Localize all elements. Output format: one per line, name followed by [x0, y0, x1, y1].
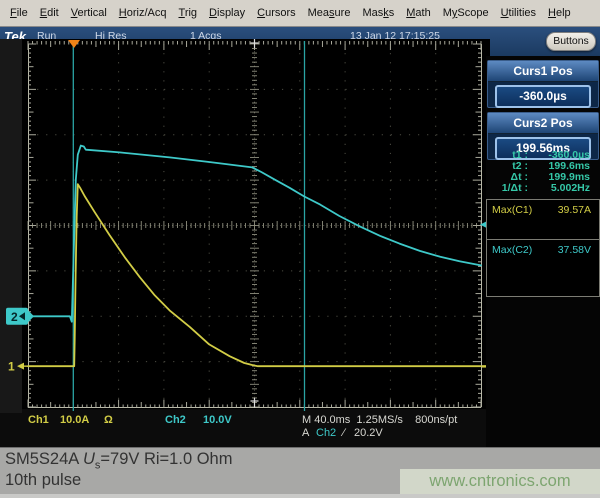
control-panel: Curs1 Pos -360.0µs Curs2 Pos 199.56ms t1… [486, 56, 600, 447]
caption-line1: SM5S24A Us=79V Ri=1.0 Ohm [5, 450, 232, 471]
max-c2-label: Max(C2) [492, 244, 532, 256]
cursor-readout-row: 1/Δt :5.002Hz [488, 183, 596, 194]
menu-item-edit[interactable]: Edit [34, 4, 65, 22]
ch2-label[interactable]: Ch2 [165, 414, 186, 426]
menu-item-help[interactable]: Help [542, 4, 577, 22]
max-c1-label: Max(C1) [492, 204, 532, 216]
menu-item-vertical[interactable]: Vertical [65, 4, 113, 22]
ch2-scale[interactable]: 10.0V [203, 414, 232, 426]
curs1-pos-title: Curs1 Pos [488, 61, 598, 82]
max-c2-value: 37.58V [558, 244, 591, 256]
caption-area: SM5S24A Us=79V Ri=1.0 Ohm 10th pulse www… [0, 447, 600, 498]
ch1-scale[interactable]: 10.0A [60, 414, 89, 426]
ch1-coupling: Ω [104, 414, 113, 426]
menu-item-horizacq[interactable]: Horiz/Acq [113, 4, 173, 22]
menu-item-cursors[interactable]: Cursors [251, 4, 302, 22]
max-c1-value: 39.57A [558, 204, 591, 216]
ch1-reference-marker[interactable]: 1 [8, 360, 15, 374]
curs1-pos-value[interactable]: -360.0µs [495, 85, 591, 108]
curs2-pos-title: Curs2 Pos [488, 113, 598, 134]
curs1-pos-control: Curs1 Pos -360.0µs [487, 60, 599, 108]
menu-item-utilities[interactable]: Utilities [495, 4, 542, 22]
menu-item-myscope[interactable]: MyScope [437, 4, 495, 22]
trigger-source: Ch2 [316, 427, 336, 439]
waveform-display: 21 Ch1 10.0A Ω Ch2 10.0V M 40.0ms 1.25MS… [0, 39, 490, 447]
menu-item-trig[interactable]: Trig [173, 4, 204, 22]
cursor-readout: t1 :-360.0µst2 :199.6msΔt :199.9ms1/Δt :… [488, 150, 596, 194]
timebase-readout: M 40.0ms 1.25MS/s 800ns/pt [302, 414, 457, 426]
menu-item-file[interactable]: File [4, 4, 34, 22]
measurement-box-max-c1: Max(C1) 39.57A [486, 199, 600, 240]
caption-bottom-strip [0, 494, 600, 498]
caption-line2: 10th pulse [5, 471, 81, 490]
menu-bar: FileEditVerticalHoriz/AcqTrigDisplayCurs… [0, 0, 600, 27]
menu-item-masks[interactable]: Masks [356, 4, 400, 22]
ch1-label[interactable]: Ch1 [28, 414, 49, 426]
watermark: www.cntronics.com [400, 469, 600, 495]
trigger-a-label: A [302, 427, 309, 439]
menu-item-display[interactable]: Display [203, 4, 251, 22]
menu-item-math[interactable]: Math [400, 4, 436, 22]
measurement-box-max-c2: Max(C2) 37.58V [486, 239, 600, 297]
waveform-plot: 21 [0, 39, 490, 413]
oscilloscope-screen: FileEditVerticalHoriz/AcqTrigDisplayCurs… [0, 0, 600, 498]
menu-item-measure[interactable]: Measure [302, 4, 357, 22]
trigger-level-readout: 20.2V [354, 427, 383, 439]
buttons-button[interactable]: Buttons [546, 32, 596, 51]
svg-text:2: 2 [11, 310, 18, 324]
trigger-slope-icon: ∕ [343, 427, 345, 439]
